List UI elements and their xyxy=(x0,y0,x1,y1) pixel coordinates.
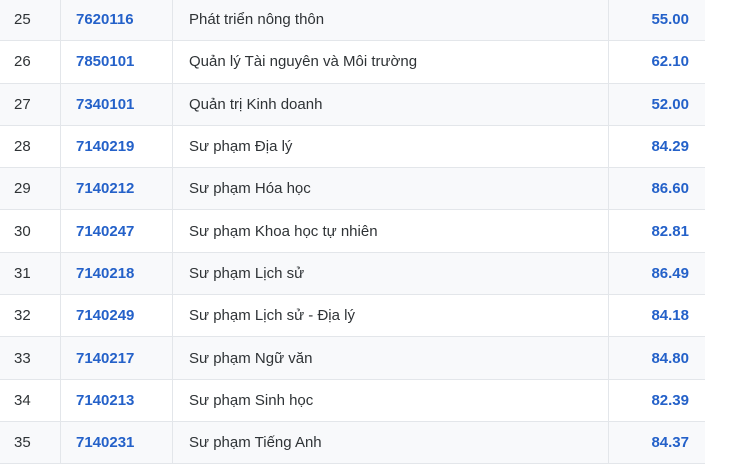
benchmark-score: 62.10 xyxy=(651,53,689,71)
major-name: Sư phạm Lịch sử - Địa lý xyxy=(173,295,609,337)
major-name: Quản lý Tài nguyên và Môi trường xyxy=(173,41,609,83)
row-index: 33 xyxy=(0,337,61,379)
table-row: 28 7140219 Sư phạm Địa lý 84.29 xyxy=(0,125,705,169)
benchmark-score: 84.18 xyxy=(651,307,689,325)
major-code: 7140212 xyxy=(61,168,173,210)
table-row: 27 7340101 Quản trị Kinh doanh 52.00 xyxy=(0,83,705,126)
benchmark-score: 86.49 xyxy=(651,264,689,282)
benchmark-score: 55.00 xyxy=(651,11,689,29)
major-code: 7140217 xyxy=(61,337,173,379)
row-index: 25 xyxy=(0,0,61,41)
major-name: Sư phạm Địa lý xyxy=(173,125,609,168)
row-index: 29 xyxy=(0,168,61,210)
row-index: 28 xyxy=(0,125,61,168)
benchmark-score: 86.60 xyxy=(651,180,689,198)
major-name: Sư phạm Ngữ văn xyxy=(173,337,609,379)
row-index: 26 xyxy=(0,41,61,83)
table-row: 32 7140249 Sư phạm Lịch sử - Địa lý 84.1… xyxy=(0,295,705,338)
major-name: Sư phạm Tiếng Anh xyxy=(173,421,609,464)
major-code: 7140219 xyxy=(61,125,173,168)
row-index: 32 xyxy=(0,295,61,337)
major-name: Sư phạm Hóa học xyxy=(173,168,609,210)
row-index: 30 xyxy=(0,210,61,252)
major-code: 7620116 xyxy=(61,0,173,41)
major-code: 7340101 xyxy=(61,83,173,125)
row-index: 35 xyxy=(0,421,61,464)
major-name: Phát triển nông thôn xyxy=(173,0,609,41)
major-name: Sư phạm Khoa học tự nhiên xyxy=(173,210,609,252)
benchmark-score: 84.29 xyxy=(651,138,689,156)
table-row: 25 7620116 Phát triển nông thôn 55.00 xyxy=(0,0,705,42)
major-name: Sư phạm Lịch sử xyxy=(173,252,609,295)
benchmark-score: 82.39 xyxy=(651,391,689,409)
major-code: 7140213 xyxy=(61,379,173,421)
table-row: 29 7140212 Sư phạm Hóa học 86.60 xyxy=(0,168,705,211)
table-row: 30 7140247 Sư phạm Khoa học tự nhiên 82.… xyxy=(0,210,705,253)
table-row: 34 7140213 Sư phạm Sinh học 82.39 xyxy=(0,379,705,422)
major-code: 7140249 xyxy=(61,295,173,337)
row-index: 34 xyxy=(0,379,61,421)
major-name: Quản trị Kinh doanh xyxy=(173,83,609,125)
table-row: 26 7850101 Quản lý Tài nguyên và Môi trư… xyxy=(0,41,705,84)
table-row: 31 7140218 Sư phạm Lịch sử 86.49 xyxy=(0,252,705,296)
benchmark-score: 82.81 xyxy=(651,222,689,240)
score-table: 25 7620116 Phát triển nông thôn 55.00 26… xyxy=(0,0,705,465)
major-code: 7140218 xyxy=(61,252,173,295)
row-index: 31 xyxy=(0,252,61,295)
benchmark-score: 84.37 xyxy=(651,434,689,452)
major-code: 7140247 xyxy=(61,210,173,252)
benchmark-score: 84.80 xyxy=(651,349,689,367)
table-row: 33 7140217 Sư phạm Ngữ văn 84.80 xyxy=(0,337,705,380)
benchmark-score: 52.00 xyxy=(651,95,689,113)
row-index: 27 xyxy=(0,83,61,125)
major-code: 7140231 xyxy=(61,421,173,464)
major-code: 7850101 xyxy=(61,41,173,83)
table-row: 35 7140231 Sư phạm Tiếng Anh 84.37 xyxy=(0,421,705,465)
major-name: Sư phạm Sinh học xyxy=(173,379,609,421)
